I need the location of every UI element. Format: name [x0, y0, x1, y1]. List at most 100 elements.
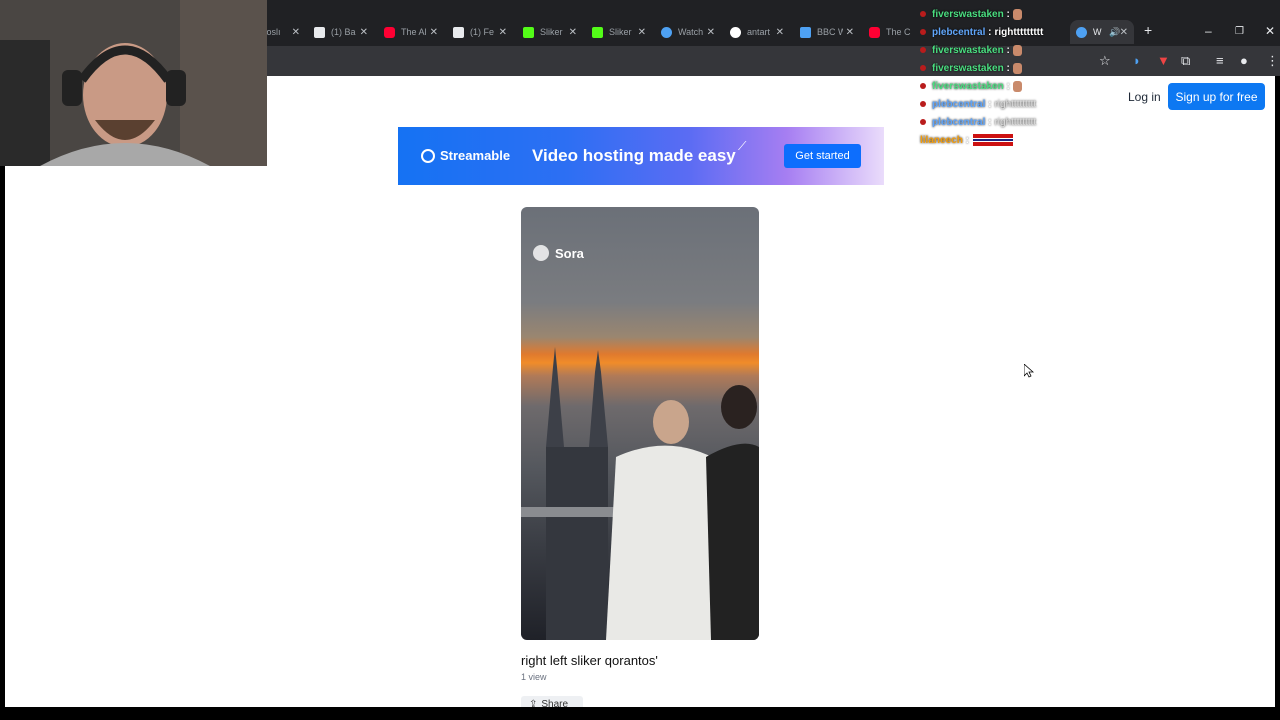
restore-button[interactable]: ❐	[1235, 26, 1244, 37]
chat-emote-icon	[1012, 80, 1022, 92]
puzzle-icon[interactable]: ⧉	[1181, 53, 1190, 69]
minimize-button[interactable]: –	[1205, 24, 1212, 38]
x-logo-icon	[314, 26, 325, 38]
second-person-head	[721, 385, 757, 429]
browser-tab[interactable]: Watch ✕	[661, 20, 715, 44]
browser-tab[interactable]: Sliker ✕	[592, 20, 646, 44]
flag-emote-icon	[972, 134, 1013, 146]
extension-icon[interactable]: ▼	[1157, 53, 1170, 68]
tab-close-icon[interactable]: ✕	[846, 27, 854, 38]
tab-title: The Al	[401, 27, 427, 37]
chat-badge-icon	[920, 83, 926, 89]
get-started-button[interactable]: Get started	[784, 144, 861, 168]
new-tab-button[interactable]: +	[1144, 22, 1152, 38]
promo-banner[interactable]: Streamable Video hosting made easy ⟋ Get…	[398, 127, 884, 185]
video-title: right left sliker qorantos'	[521, 653, 658, 668]
youtube-icon	[869, 26, 880, 38]
close-window-button[interactable]: ✕	[1265, 24, 1275, 38]
video-view-count: 1 view	[521, 672, 547, 682]
browser-tab[interactable]: Sliker ✕	[523, 20, 577, 44]
tab-close-icon[interactable]: ✕	[430, 27, 438, 38]
chat-separator: :	[1003, 80, 1010, 92]
tab-close-icon[interactable]: ✕	[292, 27, 300, 38]
chat-username: lilaneech	[920, 134, 963, 146]
share-button[interactable]: ⇪ Share	[521, 696, 583, 707]
tab-title: (1) Ba	[331, 27, 356, 37]
chat-separator: :	[962, 134, 969, 146]
extension-audio-icon[interactable]: ◗	[1133, 53, 1141, 68]
kick-icon	[592, 26, 603, 38]
chat-separator: :	[985, 26, 992, 38]
login-link[interactable]: Log in	[1128, 90, 1161, 104]
browser-tab[interactable]: (1) Fe ✕	[453, 20, 507, 44]
streamable-logo-text: Streamable	[440, 148, 511, 163]
tower-left	[546, 347, 564, 447]
chat-separator: :	[985, 98, 992, 110]
tower-base	[546, 447, 608, 640]
tab-close-icon[interactable]: ✕	[499, 27, 507, 38]
chat-badge-icon	[920, 119, 926, 125]
person-head	[653, 400, 689, 444]
chat-separator: :	[1003, 44, 1010, 56]
chat-text: righttttttttt	[994, 26, 1044, 38]
chat-badge-icon	[920, 101, 926, 107]
streamable-icon	[1076, 26, 1087, 38]
streamer-webcam	[0, 0, 267, 166]
menu-kebab-icon[interactable]: ⋮	[1266, 53, 1279, 69]
kick-icon	[523, 26, 534, 38]
streamable-icon	[661, 26, 672, 38]
chat-emote-icon	[1012, 62, 1022, 74]
youtube-icon	[384, 26, 395, 38]
browser-tab[interactable]: BBC W ✕	[800, 20, 854, 44]
chat-message: fiverswastaken :	[918, 79, 1022, 93]
chat-username: plebcentral	[932, 116, 986, 128]
browser-tab[interactable]: (1) Ba ✕	[314, 20, 368, 44]
sparkle-icon: ⟋	[738, 139, 747, 153]
tab-close-icon[interactable]: ✕	[360, 27, 368, 38]
browser-tab[interactable]: The C	[869, 20, 919, 44]
x-logo-icon	[453, 26, 464, 38]
chat-message: fiverswastaken :	[918, 61, 1022, 75]
site-icon	[800, 26, 811, 38]
chat-text: righttttttttt	[994, 116, 1037, 128]
tab-title: Sliker	[540, 27, 563, 37]
tab-close-icon[interactable]: ✕	[569, 27, 577, 38]
streamable-logo-icon	[421, 148, 435, 163]
second-person-body	[706, 443, 759, 640]
chat-emote-icon	[1012, 8, 1022, 20]
chat-badge-icon	[920, 29, 926, 35]
tab-title: BBC W	[817, 27, 843, 37]
chat-username: fiverswastaken	[932, 80, 1004, 92]
browser-tab[interactable]: antart ✕	[730, 20, 784, 44]
browser-tab[interactable]: The Al ✕	[384, 20, 438, 44]
tab-close-icon[interactable]: ✕	[1120, 27, 1128, 38]
streamable-logo: Streamable	[421, 148, 510, 163]
chat-text: righttttttttt	[994, 98, 1037, 110]
star-icon[interactable]: ☆	[1099, 53, 1111, 69]
video-player[interactable]: Sora	[521, 207, 759, 640]
chat-username: fiverswastaken	[932, 8, 1004, 20]
media-control-icon[interactable]: ≡	[1216, 53, 1224, 68]
browser-tab-active[interactable]: W 🔊 ✕	[1070, 20, 1134, 44]
video-frame-scene	[521, 347, 759, 640]
signup-button[interactable]: Sign up for free	[1168, 83, 1265, 110]
tower-right	[589, 350, 608, 447]
taskbar-strip	[0, 707, 1280, 720]
tab-close-icon[interactable]: ✕	[638, 27, 646, 38]
chat-badge-icon	[920, 47, 926, 53]
chat-message: plebcentral : righttttttttt	[918, 115, 1036, 129]
tab-close-icon[interactable]: ✕	[707, 27, 715, 38]
profile-avatar-icon[interactable]: ●	[1240, 53, 1248, 68]
chat-message: plebcentral : righttttttttt	[918, 25, 1043, 39]
chat-message: plebcentral : righttttttttt	[918, 97, 1036, 111]
share-label: Share	[541, 698, 569, 708]
cursor-arrow-icon	[1023, 363, 1035, 378]
streamable-page: Log in Sign up for free Streamable Video…	[5, 76, 1275, 707]
google-icon	[730, 26, 741, 38]
tab-title: antart	[747, 27, 771, 37]
chat-badge-icon	[920, 65, 926, 71]
tab-close-icon[interactable]: ✕	[776, 27, 784, 38]
chat-badge-icon	[920, 11, 926, 17]
chat-username: fiverswastaken	[932, 44, 1004, 56]
tab-title: Watch	[678, 27, 704, 37]
